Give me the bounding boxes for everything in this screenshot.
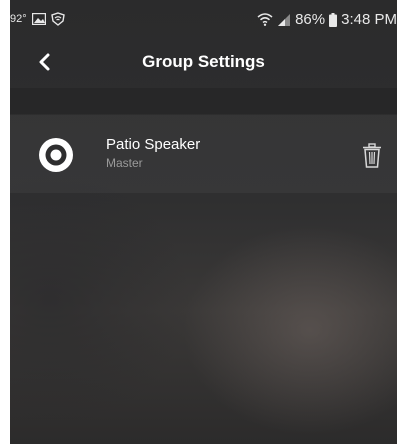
battery-icon [329, 12, 338, 27]
top-app-bar: Group Settings [10, 40, 397, 86]
speaker-role: Master [106, 156, 143, 170]
status-bar-right: 86% 3:48 PM [257, 11, 397, 28]
page-title: Group Settings [142, 52, 265, 71]
status-bar: 92° 86% 3:48 PM [10, 0, 397, 40]
app-screen: 92° 86% 3:48 PM Group Settings Patio Spe… [10, 0, 397, 444]
wifi-icon [257, 13, 273, 26]
status-bar-left: 92° [10, 12, 65, 26]
clock: 3:48 PM [341, 11, 397, 28]
trash-icon [362, 143, 382, 173]
battery-percent: 86% [295, 11, 326, 28]
temperature-text: 92° [10, 13, 27, 25]
vpn-shield-icon [50, 12, 65, 26]
speaker-name: Patio Speaker [106, 136, 201, 153]
group-member-row[interactable]: Patio Speaker Master [10, 115, 397, 193]
cell-signal-icon [277, 13, 291, 26]
speaker-icon [37, 136, 75, 174]
section-divider [10, 88, 397, 114]
delete-speaker-button[interactable] [362, 143, 382, 169]
gallery-icon [31, 13, 46, 25]
